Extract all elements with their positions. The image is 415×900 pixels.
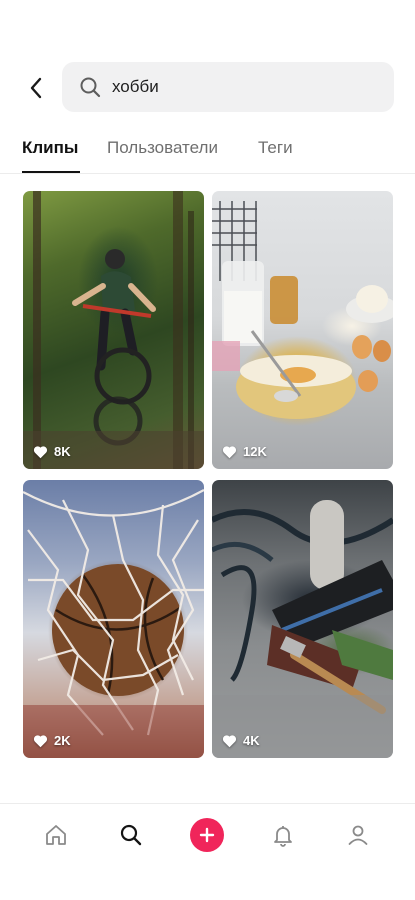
search-icon — [120, 824, 142, 846]
clip-card-basketball[interactable]: 2K — [23, 480, 204, 758]
like-count: 2K — [33, 733, 71, 748]
bottom-navigation — [0, 803, 415, 865]
search-input[interactable]: хобби — [62, 62, 394, 112]
nav-create-button[interactable] — [190, 818, 224, 852]
clip-thumbnail-image — [23, 191, 204, 469]
like-count: 4K — [222, 733, 260, 748]
active-tab-indicator — [22, 171, 80, 173]
back-button[interactable] — [22, 74, 50, 102]
clip-thumbnail-image — [212, 201, 393, 419]
bell-icon — [274, 826, 292, 847]
heart-icon — [33, 734, 48, 747]
like-count: 8K — [33, 444, 71, 459]
clip-card-tools[interactable]: 4K — [212, 480, 393, 758]
heart-icon — [222, 734, 237, 747]
clip-card-baking[interactable]: 12K — [212, 191, 393, 469]
like-count-text: 12K — [243, 444, 267, 459]
tab-tags[interactable]: Теги — [258, 138, 293, 158]
nav-profile[interactable] — [341, 818, 375, 852]
home-icon — [46, 825, 66, 845]
tab-clips[interactable]: Клипы — [22, 138, 78, 158]
nav-notifications[interactable] — [266, 818, 300, 852]
like-count-text: 2K — [54, 733, 71, 748]
nav-search[interactable] — [114, 818, 148, 852]
search-icon — [78, 75, 102, 99]
heart-icon — [222, 445, 237, 458]
tab-bar: Клипы Пользователи Теги — [0, 128, 415, 174]
like-count-text: 8K — [54, 444, 71, 459]
chevron-left-icon — [30, 77, 42, 99]
clip-thumbnail-image — [212, 500, 393, 758]
search-query-text: хобби — [112, 77, 159, 96]
clip-thumbnail-image — [23, 489, 204, 758]
heart-icon — [33, 445, 48, 458]
like-count-text: 4K — [243, 733, 260, 748]
clip-card-biker[interactable]: 8K — [23, 191, 204, 469]
search-bar: хобби — [0, 62, 415, 112]
nav-home[interactable] — [39, 818, 73, 852]
profile-icon — [348, 825, 368, 845]
like-count: 12K — [222, 444, 267, 459]
tab-users[interactable]: Пользователи — [107, 138, 218, 158]
plus-icon — [199, 827, 215, 843]
